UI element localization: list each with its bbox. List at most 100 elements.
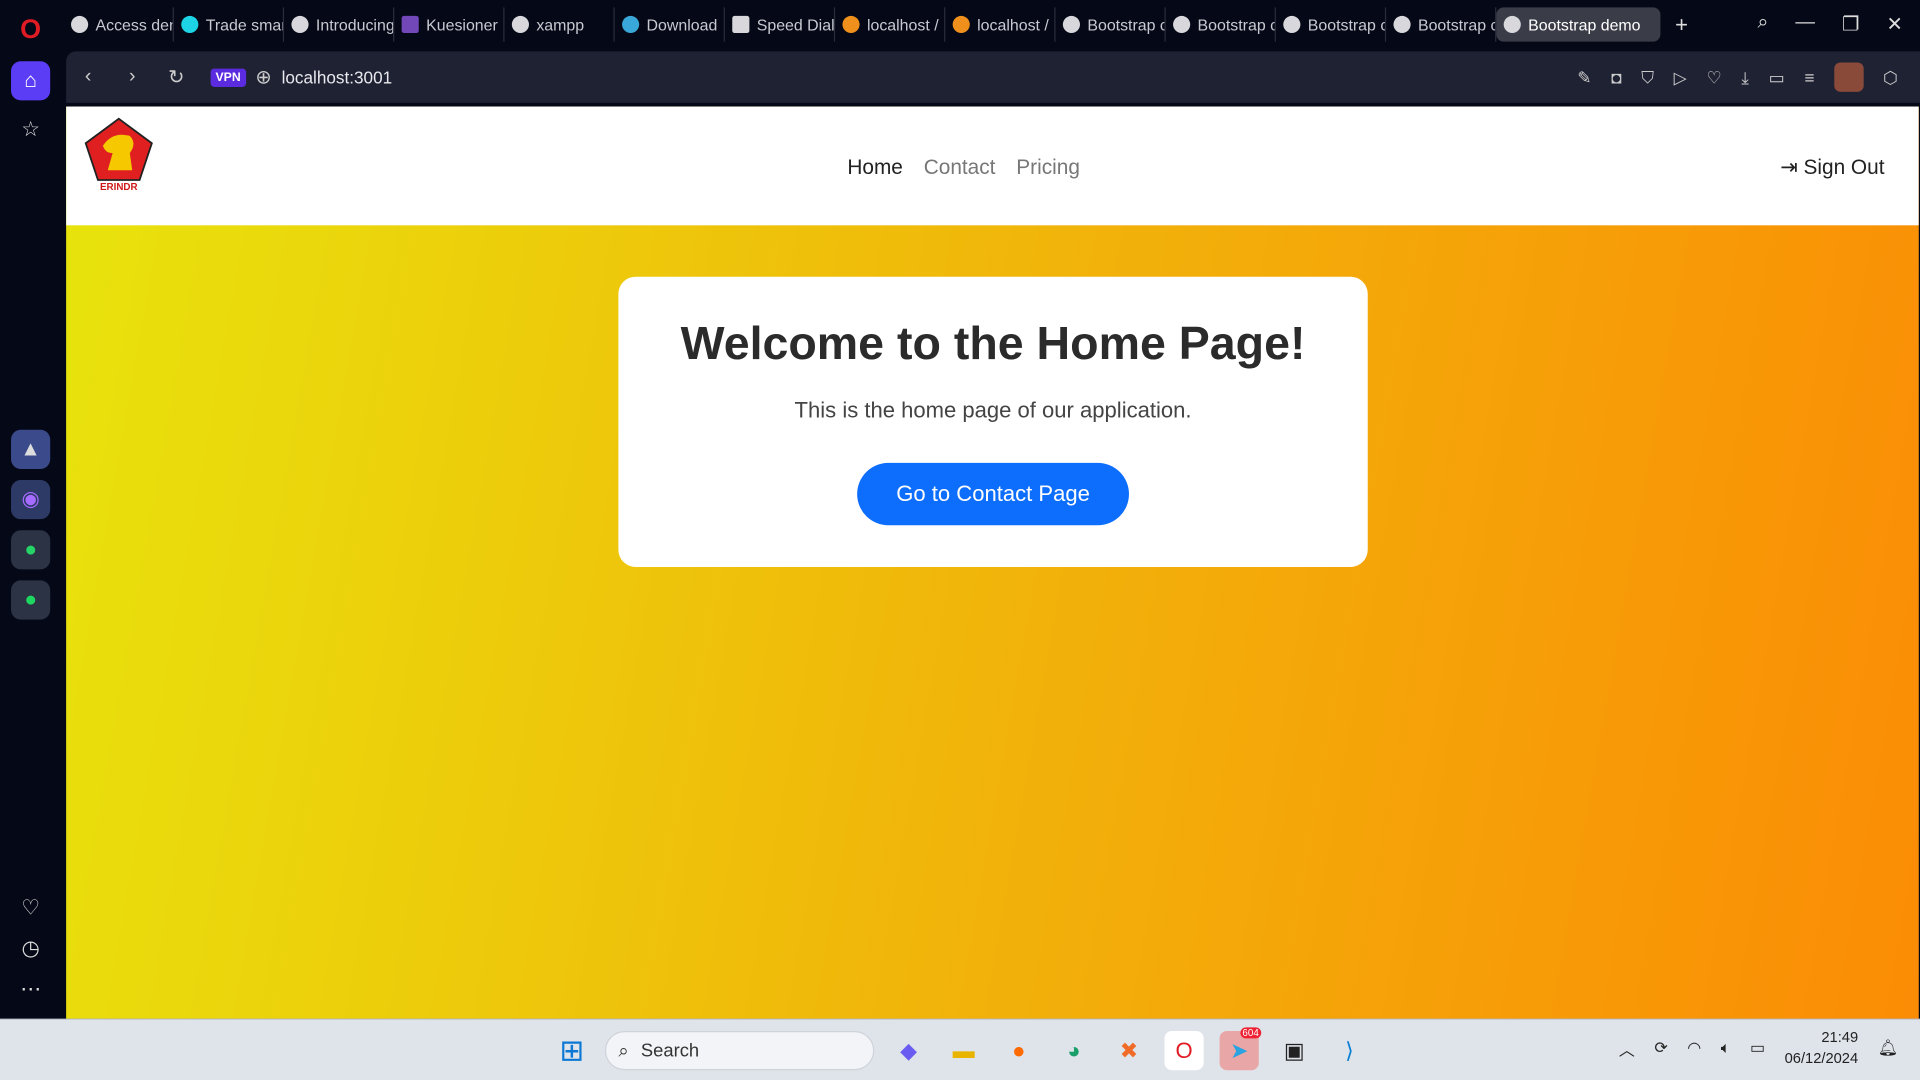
- opera-logo-icon[interactable]: O: [11, 10, 50, 49]
- search-placeholder: Search: [640, 1040, 700, 1062]
- aria-icon[interactable]: ▲: [11, 429, 51, 469]
- system-tray: ︿ ⟳ ◠ 🔈︎ ▭ 21:49 06/12/2024 🔔︎: [1619, 1027, 1898, 1069]
- page-title: Welcome to the Home Page!: [680, 318, 1306, 370]
- taskbar-search[interactable]: ⌕ Search: [604, 1031, 875, 1071]
- heart-icon[interactable]: ♡: [11, 889, 50, 928]
- download-icon[interactable]: ⤓: [1741, 67, 1749, 88]
- tab-label: Trade smar: [205, 15, 285, 34]
- tab-label: Download: [646, 15, 718, 34]
- history-icon[interactable]: ◷: [11, 929, 50, 968]
- opera-taskbar-icon[interactable]: O: [1164, 1031, 1204, 1071]
- tab-label: Kuesioner: [426, 15, 498, 34]
- globe-icon: [1173, 15, 1191, 34]
- terminal-icon[interactable]: ▣: [1275, 1031, 1314, 1070]
- vpn-badge[interactable]: VPN: [210, 67, 246, 87]
- avatar[interactable]: [1833, 62, 1864, 92]
- tab[interactable]: Download: [615, 7, 725, 42]
- tab-favicon-icon: [842, 15, 860, 34]
- tab[interactable]: Bootstrap c: [1386, 7, 1497, 42]
- url-input[interactable]: localhost:3001: [282, 67, 393, 87]
- sync-icon[interactable]: ⟳: [1654, 1038, 1667, 1058]
- globe-icon: [1283, 15, 1301, 34]
- tab[interactable]: localhost /: [835, 7, 946, 42]
- spotify-icon[interactable]: ●: [11, 580, 51, 620]
- reload-button[interactable]: ↻: [154, 65, 198, 89]
- xampp-icon[interactable]: ✖: [1109, 1031, 1148, 1070]
- back-button[interactable]: ‹: [66, 66, 110, 88]
- telegram-badge: 604: [1239, 1027, 1262, 1039]
- tab[interactable]: xampp: [504, 7, 615, 42]
- nav-pricing[interactable]: Pricing: [1016, 156, 1080, 180]
- star-icon[interactable]: ☆: [11, 110, 50, 149]
- tab[interactable]: Speed Dial: [725, 7, 836, 42]
- nav-home[interactable]: Home: [847, 156, 903, 180]
- tab-label: xampp: [536, 15, 585, 34]
- volume-icon[interactable]: 🔈︎: [1721, 1038, 1731, 1058]
- tab-label: Bootstrap demo: [1528, 15, 1641, 34]
- firefox-icon[interactable]: ●: [999, 1031, 1038, 1070]
- svg-text:ERINDR: ERINDR: [100, 182, 138, 192]
- telegram-icon[interactable]: ➤ 604: [1219, 1027, 1262, 1071]
- tab[interactable]: Introducing: [284, 7, 395, 42]
- tab-favicon-icon: [511, 15, 529, 34]
- tab-label: localhost /: [866, 15, 939, 34]
- more-icon[interactable]: ⋯: [11, 970, 50, 1009]
- page-description: This is the home page of our application…: [794, 397, 1192, 423]
- tab-active[interactable]: Bootstrap demo: [1496, 7, 1661, 42]
- wifi-icon[interactable]: ◠: [1687, 1038, 1701, 1058]
- tab-label: Bootstrap c: [1307, 15, 1387, 34]
- close-button[interactable]: ✕: [1886, 12, 1902, 36]
- chevron-up-icon[interactable]: ︿: [1619, 1037, 1635, 1060]
- easy-setup-icon[interactable]: ≡: [1804, 67, 1814, 87]
- taskbar: ⊞ ⌕ Search ◆ ▬ ● ◕ ✖ O ➤ 604 ▣ ⟩ ︿ ⟳ ◠ 🔈︎ …: [0, 1018, 1920, 1080]
- tab[interactable]: localhost /: [945, 7, 1056, 42]
- speed-dial-icon: [732, 15, 750, 34]
- tab-label: Bootstrap c: [1087, 15, 1166, 34]
- battery-icon[interactable]: ▭: [1750, 1038, 1765, 1058]
- tab[interactable]: Kuesioner: [394, 7, 505, 42]
- search-tabs-icon[interactable]: ⌕: [1757, 12, 1768, 36]
- heart-icon[interactable]: ♡: [1706, 67, 1721, 88]
- whatsapp-icon[interactable]: ●: [11, 530, 51, 570]
- globe-icon: ⊕: [255, 67, 272, 89]
- tab-favicon-icon: [291, 15, 309, 34]
- windows-start-icon[interactable]: ⊞: [552, 1031, 591, 1070]
- tab-bar: Access den Trade smar Introducing Kuesio…: [64, 0, 1920, 49]
- edge-icon[interactable]: ◕: [1054, 1031, 1093, 1070]
- new-tab-button[interactable]: +: [1675, 12, 1688, 38]
- tab-label: localhost /: [977, 15, 1049, 34]
- globe-icon: [1393, 15, 1411, 34]
- clock[interactable]: 21:49 06/12/2024: [1785, 1027, 1859, 1069]
- battery-saver-icon[interactable]: ▭: [1769, 67, 1785, 88]
- tab[interactable]: Bootstrap c: [1276, 7, 1387, 42]
- restore-button[interactable]: ❐: [1842, 12, 1860, 36]
- logo[interactable]: ERINDR: [83, 116, 154, 192]
- home-icon[interactable]: ⌂: [11, 61, 51, 101]
- messenger-icon[interactable]: ◉: [11, 480, 51, 520]
- copilot-icon[interactable]: ◆: [889, 1031, 928, 1070]
- tab-favicon-icon: [952, 15, 970, 34]
- edit-icon[interactable]: ✎: [1577, 67, 1591, 88]
- go-to-contact-button[interactable]: Go to Contact Page: [857, 462, 1130, 526]
- tab[interactable]: Bootstrap c: [1056, 7, 1166, 42]
- tab[interactable]: Access den: [64, 7, 174, 42]
- tab-favicon-icon: [71, 15, 89, 34]
- tab-label: Speed Dial: [756, 15, 835, 34]
- nav-contact[interactable]: Contact: [924, 156, 996, 180]
- vscode-icon[interactable]: ⟩: [1330, 1031, 1369, 1070]
- notification-bell-icon[interactable]: 🔔︎: [1878, 1038, 1898, 1058]
- tab-favicon-icon: [401, 15, 419, 34]
- tab[interactable]: Bootstrap c: [1166, 7, 1276, 42]
- play-icon[interactable]: ▷: [1674, 67, 1687, 88]
- camera-icon[interactable]: ◘: [1611, 67, 1621, 87]
- date: 06/12/2024: [1784, 1049, 1859, 1067]
- shield-icon[interactable]: ⛉: [1641, 67, 1654, 88]
- address-bar: ‹ › ↻ VPN ⊕ localhost:3001 ✎ ◘ ⛉ ▷ ♡ ⤓ ▭…: [66, 51, 1920, 103]
- forward-button[interactable]: ›: [110, 66, 154, 88]
- extensions-icon[interactable]: ⬡: [1883, 67, 1898, 88]
- tab-label: Bootstrap c: [1417, 15, 1497, 34]
- sign-out-button[interactable]: ⇥ Sign Out: [1780, 156, 1884, 180]
- file-explorer-icon[interactable]: ▬: [944, 1031, 983, 1070]
- minimize-button[interactable]: —: [1795, 12, 1815, 36]
- tab[interactable]: Trade smar: [174, 7, 285, 42]
